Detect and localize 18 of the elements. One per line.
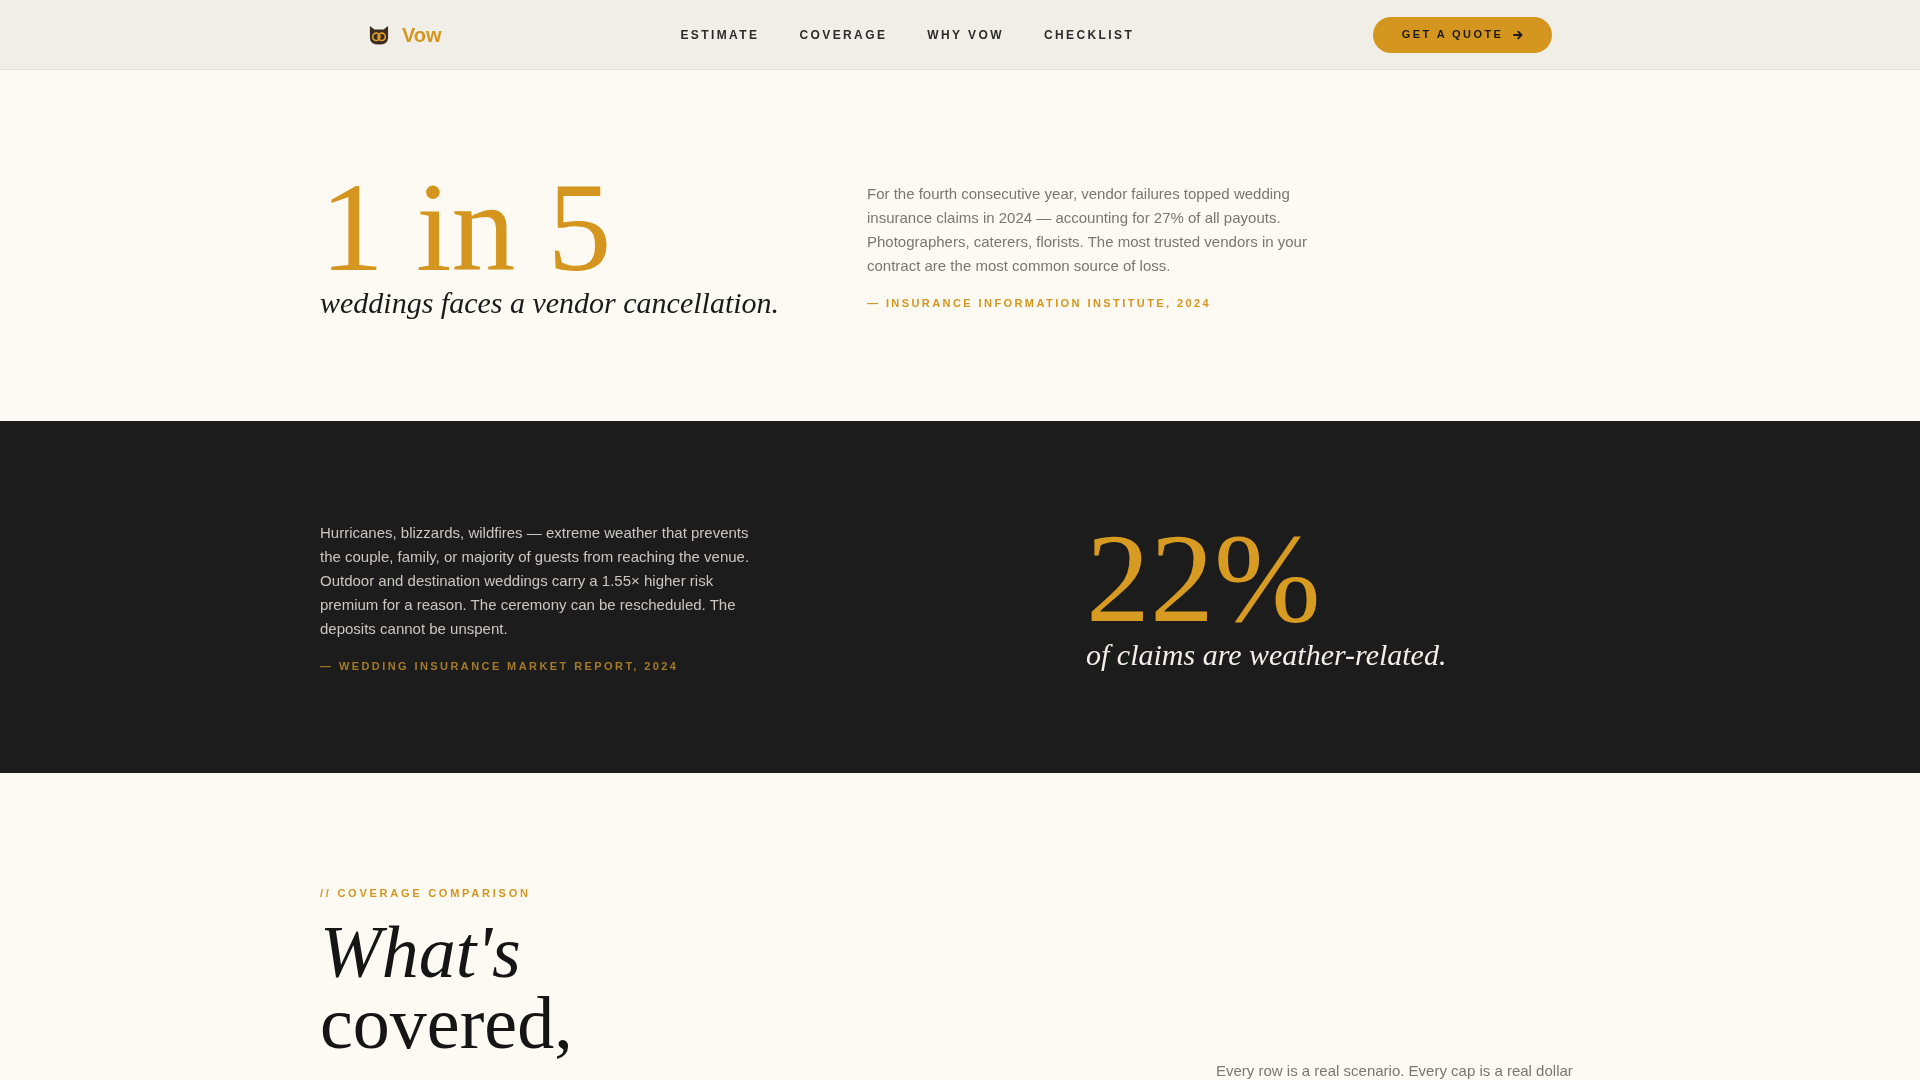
nav-link[interactable]: CHECKLIST bbox=[1043, 28, 1135, 41]
get-quote-button[interactable]: GET A QUOTE bbox=[1373, 16, 1552, 53]
source-citation: — INSURANCE INFORMATION INSTITUTE, 2024 bbox=[867, 295, 1213, 310]
stat-figure: 22% bbox=[1086, 521, 1321, 637]
section-heading: What's covered, bbox=[320, 917, 574, 1059]
logo-icon bbox=[368, 24, 390, 45]
nav-link[interactable]: ESTIMATE bbox=[680, 28, 760, 41]
source-citation: — WEDDING INSURANCE MARKET REPORT, 2024 bbox=[320, 659, 680, 673]
nav-link[interactable]: COVERAGE bbox=[799, 28, 888, 41]
stat-caption: weddings faces a vendor cancellation. bbox=[320, 285, 781, 322]
section-intro: Every row is a real scenario. Every cap is a real dollar bbox=[1216, 1063, 1573, 1079]
stat-figure: 1 in 5 bbox=[320, 169, 612, 286]
section-eyebrow: // COVERAGE COMPARISON bbox=[320, 886, 532, 900]
stat-caption: of claims are weather-related. bbox=[1086, 636, 1447, 673]
arrow-right-icon bbox=[1513, 29, 1524, 40]
stat-description: For the fourth consecutive year, vendor failures topped wedding insurance claims in 2024 — accounting for 27% of all payouts. Photographers, caterers, florists. The most trusted vendors in your contract are the most common source of loss. bbox=[867, 183, 1308, 276]
stat-description: Hurricanes, blizzards, wildfires — extreme weather that prevents the couple, family, or majority of guests from reaching the venue. Outdoor and destination weddings carry a 1.55× higher risk premium for a reason. The ceremony can be rescheduled. The deposits cannot be unspent. bbox=[320, 523, 751, 639]
nav-link[interactable]: WHY VOW bbox=[927, 28, 1004, 41]
